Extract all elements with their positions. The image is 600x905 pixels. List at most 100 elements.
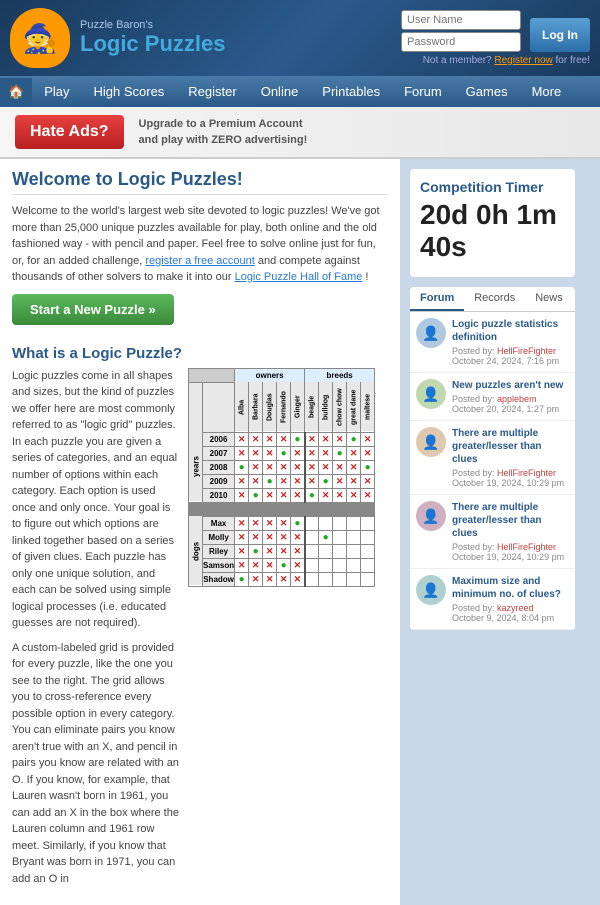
forum-item-title[interactable]: There are multiple greater/lesser than c… — [452, 501, 569, 540]
grid-cell[interactable]: ✕ — [333, 432, 347, 446]
grid-cell[interactable]: ✕ — [277, 530, 291, 544]
hall-of-fame-link[interactable]: Logic Puzzle Hall of Fame — [235, 271, 363, 283]
grid-cell[interactable] — [347, 544, 361, 558]
grid-cell[interactable]: ● — [361, 460, 375, 474]
grid-cell[interactable] — [347, 558, 361, 572]
nav-play[interactable]: Play — [32, 76, 81, 107]
grid-cell[interactable]: ✕ — [291, 460, 305, 474]
grid-cell[interactable]: ✕ — [235, 446, 249, 460]
grid-cell[interactable] — [319, 516, 333, 530]
login-button[interactable]: Log In — [530, 18, 590, 52]
username-input[interactable] — [401, 10, 521, 30]
grid-cell[interactable]: ✕ — [277, 544, 291, 558]
grid-cell[interactable]: ✕ — [319, 432, 333, 446]
grid-cell[interactable]: ✕ — [361, 432, 375, 446]
nav-online[interactable]: Online — [249, 76, 311, 107]
grid-cell[interactable]: ● — [291, 432, 305, 446]
grid-cell[interactable]: ✕ — [277, 488, 291, 502]
nav-home-button[interactable]: 🏠 — [0, 78, 32, 106]
grid-cell[interactable]: ✕ — [291, 488, 305, 502]
grid-cell[interactable] — [333, 572, 347, 586]
grid-cell[interactable] — [305, 516, 319, 530]
grid-cell[interactable]: ✕ — [263, 558, 277, 572]
grid-cell[interactable]: ✕ — [235, 544, 249, 558]
grid-cell[interactable]: ✕ — [235, 516, 249, 530]
grid-cell[interactable] — [333, 544, 347, 558]
grid-cell[interactable]: ✕ — [361, 488, 375, 502]
nav-more[interactable]: More — [520, 76, 574, 107]
grid-cell[interactable]: ✕ — [291, 558, 305, 572]
grid-cell[interactable]: ✕ — [263, 446, 277, 460]
forum-item-title[interactable]: There are multiple greater/lesser than c… — [452, 427, 569, 466]
grid-cell[interactable]: ✕ — [333, 488, 347, 502]
grid-cell[interactable] — [347, 530, 361, 544]
grid-cell[interactable] — [333, 558, 347, 572]
grid-cell[interactable]: ✕ — [249, 516, 263, 530]
grid-cell[interactable]: ✕ — [249, 474, 263, 488]
grid-cell[interactable] — [333, 516, 347, 530]
grid-cell[interactable]: ✕ — [319, 460, 333, 474]
grid-cell[interactable]: ✕ — [277, 572, 291, 586]
grid-cell[interactable]: ✕ — [291, 572, 305, 586]
grid-cell[interactable]: ✕ — [249, 530, 263, 544]
grid-cell[interactable] — [347, 516, 361, 530]
grid-cell[interactable]: ✕ — [291, 530, 305, 544]
grid-cell[interactable] — [361, 516, 375, 530]
grid-cell[interactable]: ✕ — [263, 544, 277, 558]
forum-item-title[interactable]: New puzzles aren't new — [452, 379, 569, 392]
grid-cell[interactable]: ● — [277, 558, 291, 572]
start-puzzle-button[interactable]: Start a New Puzzle » — [12, 294, 174, 325]
grid-cell[interactable] — [305, 544, 319, 558]
nav-register[interactable]: Register — [176, 76, 248, 107]
forum-item-title[interactable]: Logic puzzle statistics definition — [452, 318, 569, 344]
grid-cell[interactable] — [361, 544, 375, 558]
tab-records[interactable]: Records — [464, 287, 525, 311]
grid-cell[interactable]: ● — [347, 432, 361, 446]
grid-cell[interactable]: ✕ — [347, 460, 361, 474]
grid-cell[interactable]: ✕ — [263, 530, 277, 544]
grid-cell[interactable] — [305, 572, 319, 586]
grid-cell[interactable]: ● — [305, 488, 319, 502]
grid-cell[interactable]: ✕ — [263, 460, 277, 474]
grid-cell[interactable] — [319, 544, 333, 558]
grid-cell[interactable]: ✕ — [347, 474, 361, 488]
grid-cell[interactable] — [361, 558, 375, 572]
grid-cell[interactable]: ✕ — [277, 460, 291, 474]
grid-cell[interactable]: ● — [249, 544, 263, 558]
grid-cell[interactable]: ✕ — [305, 460, 319, 474]
grid-cell[interactable]: ● — [235, 460, 249, 474]
grid-cell[interactable] — [305, 530, 319, 544]
grid-cell[interactable]: ✕ — [277, 474, 291, 488]
grid-cell[interactable] — [305, 558, 319, 572]
grid-cell[interactable]: ✕ — [249, 572, 263, 586]
nav-highscores[interactable]: High Scores — [81, 76, 176, 107]
grid-cell[interactable]: ✕ — [347, 488, 361, 502]
register-account-link[interactable]: register a free account — [145, 255, 254, 267]
grid-cell[interactable]: ✕ — [333, 460, 347, 474]
grid-cell[interactable]: ● — [291, 516, 305, 530]
grid-cell[interactable]: ✕ — [305, 474, 319, 488]
grid-cell[interactable]: ✕ — [263, 432, 277, 446]
grid-cell[interactable]: ● — [319, 474, 333, 488]
register-now-link[interactable]: Register now — [494, 55, 552, 66]
grid-cell[interactable]: ✕ — [291, 544, 305, 558]
grid-cell[interactable]: ✕ — [235, 530, 249, 544]
grid-cell[interactable]: ✕ — [235, 474, 249, 488]
grid-cell[interactable]: ✕ — [263, 572, 277, 586]
grid-cell[interactable]: ● — [319, 530, 333, 544]
grid-cell[interactable]: ✕ — [277, 432, 291, 446]
grid-cell[interactable] — [333, 530, 347, 544]
password-input[interactable] — [401, 32, 521, 52]
grid-cell[interactable]: ✕ — [305, 432, 319, 446]
grid-cell[interactable]: ● — [263, 474, 277, 488]
grid-cell[interactable]: ✕ — [263, 488, 277, 502]
grid-cell[interactable] — [319, 572, 333, 586]
grid-cell[interactable]: ✕ — [235, 488, 249, 502]
grid-cell[interactable]: ✕ — [235, 432, 249, 446]
nav-games[interactable]: Games — [454, 76, 520, 107]
grid-cell[interactable] — [361, 572, 375, 586]
grid-cell[interactable]: ✕ — [249, 460, 263, 474]
grid-cell[interactable]: ● — [333, 446, 347, 460]
grid-cell[interactable] — [319, 558, 333, 572]
grid-cell[interactable]: ✕ — [319, 488, 333, 502]
